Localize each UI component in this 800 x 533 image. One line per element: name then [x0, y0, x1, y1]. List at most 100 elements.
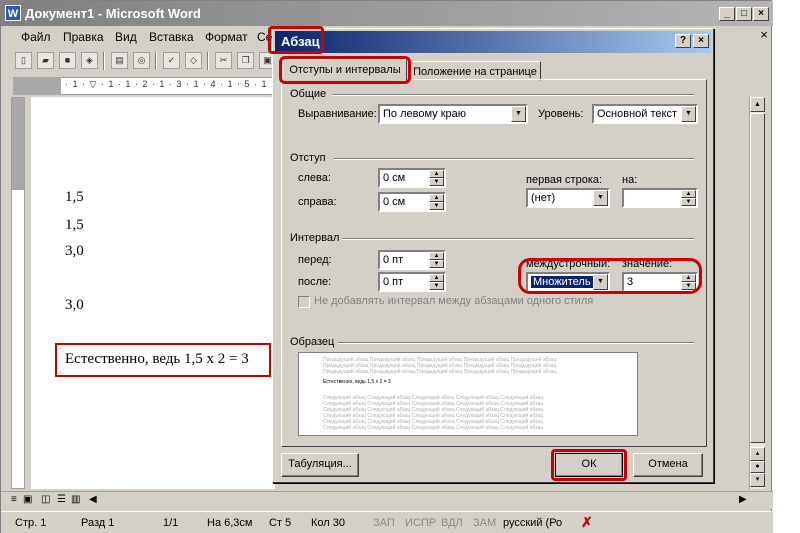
- copy-icon[interactable]: ❐: [237, 52, 254, 69]
- spin-down-icon[interactable]: ▼: [429, 282, 444, 290]
- status-language: русский (Ро: [503, 517, 563, 529]
- web-view-icon[interactable]: ▣: [23, 494, 32, 505]
- indent-right-spinner[interactable]: 0 см ▲ ▼: [378, 192, 446, 212]
- spin-up-icon[interactable]: ▲: [429, 252, 444, 260]
- spin-down-icon[interactable]: ▼: [681, 198, 696, 206]
- close-icon[interactable]: ×: [753, 7, 769, 21]
- spacing-after-spinner[interactable]: 0 пт ▲ ▼: [378, 272, 446, 292]
- first-line-label: первая строка:: [526, 174, 603, 186]
- scroll-up-icon[interactable]: ▲: [750, 97, 765, 112]
- spin-up-icon[interactable]: ▲: [429, 194, 444, 202]
- menu-insert[interactable]: Вставка: [149, 30, 194, 44]
- outline-view-icon[interactable]: ☰: [57, 494, 66, 505]
- ruler-ticks: · 1 · ▽ · 1 · 1 · 2 · 1 · 3 · 1 · 4 · 1 …: [65, 79, 285, 89]
- word-title-bar: W Документ1 - Microsoft Word _ □ ×: [1, 1, 773, 26]
- spelling-icon[interactable]: ✓: [163, 52, 180, 69]
- group-divider: [332, 94, 694, 96]
- spin-down-icon[interactable]: ▼: [429, 202, 444, 210]
- print-preview-icon[interactable]: ◎: [133, 52, 150, 69]
- spacing-after-value: 0 пт: [383, 276, 404, 288]
- scroll-right-icon[interactable]: ▶: [739, 494, 747, 505]
- help-icon[interactable]: ?: [675, 34, 691, 48]
- status-at: На 6,3см: [207, 517, 253, 529]
- group-divider: [342, 238, 694, 240]
- spin-down-icon[interactable]: ▼: [429, 178, 444, 186]
- reading-view-icon[interactable]: ▥: [71, 494, 80, 505]
- dont-add-space-label: Не добавлять интервал между абзацами одн…: [314, 295, 594, 307]
- indent-left-spinner[interactable]: 0 см ▲ ▼: [378, 168, 446, 188]
- vertical-scrollbar[interactable]: ▲ ▴ ● ▾: [749, 97, 765, 489]
- status-pages: 1/1: [163, 517, 179, 529]
- title-highlight-annotation: [268, 26, 324, 54]
- tabs-button[interactable]: Табуляция...: [281, 453, 359, 477]
- group-divider: [334, 158, 694, 160]
- status-bar: Стр. 1 Разд 1 1/1 На 6,3см Ст 5 Кол 30 З…: [1, 511, 773, 533]
- maximize-icon[interactable]: □: [736, 7, 752, 21]
- indent-by-spinner[interactable]: ▲ ▼: [622, 188, 698, 208]
- document-page[interactable]: [31, 97, 275, 489]
- tab-line-page-breaks[interactable]: Положение на странице: [409, 61, 541, 81]
- spacing-before-spinner[interactable]: 0 пт ▲ ▼: [378, 250, 446, 270]
- spin-down-icon[interactable]: ▼: [429, 260, 444, 268]
- tab-line-page-breaks-label: Положение на странице: [413, 66, 537, 78]
- open-icon[interactable]: ▰: [37, 52, 54, 69]
- print-layout-icon[interactable]: ◫: [41, 494, 50, 505]
- permission-icon[interactable]: ◈: [81, 52, 98, 69]
- browse-object-icon[interactable]: ●: [750, 461, 765, 473]
- scroll-thumb[interactable]: [750, 113, 765, 443]
- status-rec[interactable]: ЗАП: [373, 517, 395, 529]
- first-line-select[interactable]: (нет) ▼: [526, 188, 610, 208]
- normal-view-icon[interactable]: ≡: [11, 494, 17, 505]
- chevron-down-icon[interactable]: ▼: [511, 106, 526, 122]
- menu-file[interactable]: Файл: [21, 30, 51, 44]
- indent-right-value: 0 см: [383, 196, 406, 208]
- spelling-status-icon[interactable]: ✗: [581, 514, 593, 531]
- line-spacing-highlight-annotation: [518, 258, 702, 294]
- dont-add-space-checkbox[interactable]: [298, 296, 310, 308]
- status-page: Стр. 1: [15, 517, 47, 529]
- alignment-value: По левому краю: [383, 108, 466, 120]
- indent-by-label: на:: [622, 174, 638, 186]
- spacing-before-value: 0 пт: [383, 254, 404, 266]
- dialog-close-icon[interactable]: ×: [693, 34, 709, 48]
- first-line-value: (нет): [531, 192, 556, 204]
- status-ext[interactable]: ВДЛ: [441, 517, 463, 529]
- doc-close-icon[interactable]: ×: [756, 28, 772, 43]
- chevron-down-icon[interactable]: ▼: [593, 190, 608, 206]
- general-heading: Общие: [290, 88, 327, 100]
- outline-level-select[interactable]: Основной текст ▼: [592, 104, 698, 124]
- spin-up-icon[interactable]: ▲: [429, 274, 444, 282]
- save-icon[interactable]: ■: [59, 52, 76, 69]
- menu-view[interactable]: Вид: [115, 30, 137, 44]
- paragraph-dialog: Абзац ? × Отступы и интервалы Положение …: [272, 28, 714, 483]
- indent-heading: Отступ: [290, 152, 326, 164]
- preview-heading: Образец: [290, 336, 335, 348]
- tab-panel: Общие Выравнивание: По левому краю ▼ Уро…: [281, 79, 707, 447]
- indent-right-label: справа:: [298, 196, 337, 208]
- status-trk[interactable]: ИСПР: [405, 517, 436, 529]
- research-icon[interactable]: ◇: [185, 52, 202, 69]
- indent-left-label: слева:: [298, 172, 331, 184]
- minimize-icon[interactable]: _: [719, 7, 735, 21]
- doc-line-2: 1,5: [65, 217, 84, 233]
- cut-icon[interactable]: ✂: [215, 52, 232, 69]
- status-line: Ст 5: [269, 517, 292, 529]
- status-ovr[interactable]: ЗАМ: [473, 517, 496, 529]
- new-doc-icon[interactable]: ▯: [15, 52, 32, 69]
- chevron-down-icon[interactable]: ▼: [681, 106, 696, 122]
- spin-up-icon[interactable]: ▲: [429, 170, 444, 178]
- print-icon[interactable]: ▤: [111, 52, 128, 69]
- scroll-left-icon[interactable]: ◀: [89, 494, 97, 505]
- next-page-icon[interactable]: ▾: [750, 473, 765, 487]
- alignment-select[interactable]: По левому краю ▼: [378, 104, 528, 124]
- level-value: Основной текст: [597, 108, 677, 120]
- prev-page-icon[interactable]: ▴: [750, 447, 765, 461]
- dialog-title-bar: Абзац ? ×: [275, 31, 711, 53]
- spin-up-icon[interactable]: ▲: [681, 190, 696, 198]
- menu-edit[interactable]: Правка: [63, 30, 104, 44]
- preview-sample-line: Естественно, ведь 1,5 х 2 = 3: [323, 379, 391, 385]
- menu-format[interactable]: Формат: [205, 30, 248, 44]
- horizontal-scrollbar[interactable]: ≡ ▣ ◫ ☰ ▥ ◀ ▶: [1, 491, 773, 509]
- cancel-button[interactable]: Отмена: [633, 453, 703, 477]
- doc-line-4: 3,0: [65, 297, 84, 313]
